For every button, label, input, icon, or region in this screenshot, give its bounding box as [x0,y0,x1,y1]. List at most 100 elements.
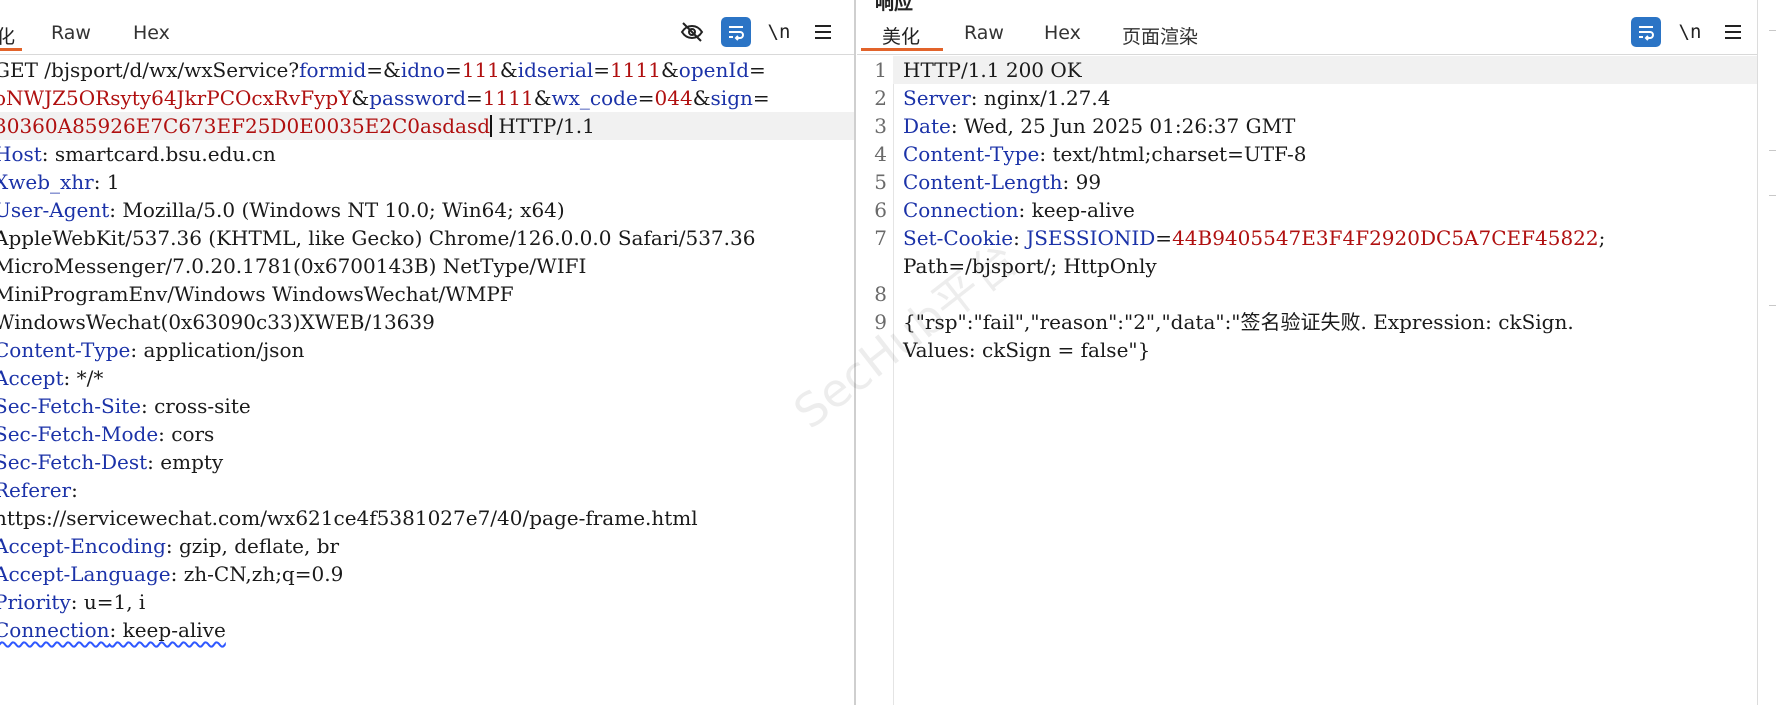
tab-response-pretty[interactable]: 美化 [882,22,920,49]
menu-icon[interactable] [1718,17,1748,47]
eye-off-icon[interactable] [677,17,707,47]
edge-tick [1769,150,1776,151]
response-editor[interactable]: HTTP/1.1 200 OK Server: nginx/1.27.4 Date:… [893,56,1757,705]
code-text: ; [1598,226,1606,250]
newline-label: \n [1678,21,1702,43]
header-key: Content-Type [0,338,131,362]
right-sidebar-edge [1757,0,1776,705]
code-line[interactable]: oNWJZ5ORsyty64JkrPCOcxRvFypY&password=11… [0,84,855,112]
code-line[interactable]: WindowsWechat(0x63090c33)XWEB/13639 [0,308,855,336]
request-editor[interactable]: GET /bjsport/d/wx/wxService?formid=&idno… [0,56,855,705]
code-line[interactable]: Sec-Fetch-Mode: cors [0,420,855,448]
header-key: Accept-Language [0,562,171,586]
code-text: : application/json [130,338,305,362]
code-line[interactable]: MicroMessenger/7.0.20.1781(0x6700143B) N… [0,252,855,280]
code-line[interactable]: GET /bjsport/d/wx/wxService?formid=&idno… [0,56,855,84]
tab-response-hex[interactable]: Hex [1044,22,1081,44]
menu-icon[interactable] [808,17,838,47]
tab-response-raw[interactable]: Raw [964,22,1004,44]
newline-label: \n [767,21,791,43]
code-line[interactable]: Accept: */* [0,364,855,392]
code-line[interactable]: Host: smartcard.bsu.edu.cn [0,140,855,168]
code-text: : 1 [93,170,120,194]
code-line[interactable]: 30360A85926E7C673EF25D0E0035E2C0asdasd H… [0,112,855,140]
code-line[interactable]: Server: nginx/1.27.4 [903,84,1757,112]
code-line[interactable]: MiniProgramEnv/Windows WindowsWechat/WMP… [0,280,855,308]
code-text: =& [366,58,401,82]
code-line[interactable]: HTTP/1.1 200 OK [893,56,1757,84]
code-text: & [499,58,518,82]
code-text: MiniProgramEnv/Windows WindowsWechat/WMP… [0,282,514,306]
code-line[interactable]: User-Agent: Mozilla/5.0 (Windows NT 10.0… [0,196,855,224]
code-text: : empty [147,450,224,474]
tab-request-hex[interactable]: Hex [133,22,170,44]
code-text: = [637,86,655,110]
code-text: = [749,58,766,82]
code-text: : zh-CN,zh;q=0.9 [170,562,344,586]
code-line[interactable]: Referer: [0,476,855,504]
header-key: Connection [0,618,110,642]
code-line[interactable]: Values: ckSign = false"} [903,336,1757,364]
header-key: formid [299,58,367,82]
code-line[interactable]: Date: Wed, 25 Jun 2025 01:26:37 GMT [903,112,1757,140]
wrap-lines-icon[interactable] [1631,17,1661,47]
code-line[interactable]: Accept-Language: zh-CN,zh;q=0.9 [0,560,855,588]
line-number: 7 [874,226,887,250]
code-line[interactable]: Accept-Encoding: gzip, deflate, br [0,532,855,560]
header-key: Content-Length [903,170,1063,194]
code-line[interactable]: Sec-Fetch-Site: cross-site [0,392,855,420]
header-key: openId [678,58,750,82]
code-text: : cross-site [140,394,251,418]
tab-request-pretty[interactable]: 化 [0,22,15,49]
code-line[interactable]: Connection: keep-alive [903,196,1757,224]
tab-request-raw[interactable]: Raw [51,22,91,44]
newline-toggle-button[interactable]: \n [1675,17,1705,47]
code-text: : [71,478,78,502]
code-text: : cors [158,422,215,446]
code-text: HTTP/1.1 200 OK [903,58,1082,82]
code-line[interactable]: Content-Type: text/html;charset=UTF-8 [903,140,1757,168]
code-line[interactable]: Path=/bjsport/; HttpOnly [903,252,1757,280]
code-text: Values: ckSign = false"} [903,338,1151,362]
code-line[interactable]: {"rsp":"fail","reason":"2","data":"签名验证失… [903,308,1757,336]
code-text: & [533,86,552,110]
code-line[interactable]: Xweb_xhr: 1 [0,168,855,196]
line-number: 1 [874,58,887,82]
code-text: HTTP/1.1 [492,114,595,138]
header-key: Sec-Fetch-Mode [0,422,159,446]
response-title: 响应 [875,0,914,14]
line-number: 9 [874,310,887,334]
code-line[interactable]: https://servicewechat.com/wx621ce4f53810… [0,504,855,532]
edge-tick [1769,305,1776,306]
code-line[interactable]: Connection: keep-alive [0,616,855,644]
edge-tick [1769,195,1776,196]
header-key: idserial [517,58,594,82]
newline-toggle-button[interactable]: \n [764,17,794,47]
code-line[interactable]: Content-Type: application/json [0,336,855,364]
code-line[interactable]: Content-Length: 99 [903,168,1757,196]
param-value: 44B9405547E3F4F2920DC5A7CEF45822 [1172,226,1599,250]
header-key: Accept [0,366,64,390]
param-value: 044 [654,86,693,110]
wrap-lines-icon[interactable] [721,17,751,47]
code-line[interactable]: AppleWebKit/537.36 (KHTML, like Gecko) C… [0,224,855,252]
tab-response-render[interactable]: 页面渲染 [1122,22,1198,49]
code-line[interactable]: Set-Cookie: JSESSIONID=44B9405547E3F4F29… [903,224,1757,252]
code-text: & [351,86,370,110]
code-line[interactable]: Sec-Fetch-Dest: empty [0,448,855,476]
header-key: Content-Type [903,142,1040,166]
code-text: GET /bjsport/d/wx/wxService? [0,58,300,82]
header-key: Xweb_xhr [0,170,94,194]
header-key: Host [0,142,42,166]
code-text: : Mozilla/5.0 (Windows NT 10.0; Win64; x… [109,198,565,222]
code-line[interactable] [903,280,1757,308]
header-key: Connection [903,198,1019,222]
code-line[interactable]: Priority: u=1, i [0,588,855,616]
request-pane: 化 Raw Hex \n GET /bjsport/d/wx/wxService… [0,0,855,705]
param-value: 30360A85926E7C673EF25D0E0035E2C0asdasd [0,114,491,138]
code-text: = [593,58,611,82]
code-text: : keep-alive [109,618,226,642]
code-text: : text/html;charset=UTF-8 [1039,142,1307,166]
pane-splitter[interactable] [854,0,856,705]
code-text: = [752,86,770,110]
